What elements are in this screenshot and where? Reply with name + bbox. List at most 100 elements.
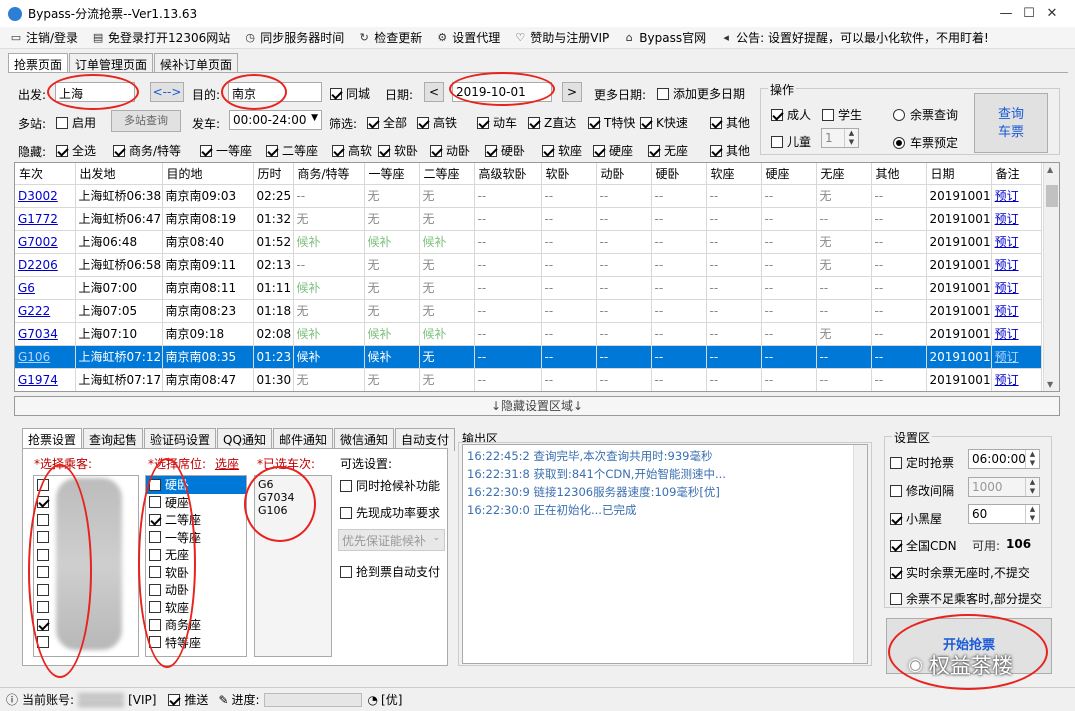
- seat-item[interactable]: 动卧: [146, 581, 246, 599]
- autopay-checkbox[interactable]: 抢到票自动支付: [340, 563, 440, 580]
- table-row[interactable]: D2206 上海虹桥06:58 南京南09:11 02:13 -- 无无 -- -- -- -- -…: [15, 253, 1042, 277]
- seat-item[interactable]: 无座: [146, 546, 246, 564]
- hide-checkbox[interactable]: 商务/特等: [113, 142, 181, 159]
- filter-checkbox[interactable]: T特快: [588, 114, 635, 131]
- filter-checkbox[interactable]: Z直达: [528, 114, 576, 131]
- tab-ticket-page[interactable]: 抢票页面: [8, 53, 69, 73]
- train-number-link[interactable]: D3002: [15, 184, 76, 208]
- timed-checkbox[interactable]: 定时抢票: [890, 454, 954, 471]
- reserve-radio[interactable]: 车票预定: [893, 134, 958, 151]
- column-header[interactable]: 商务/特等: [293, 163, 365, 185]
- hide-checkbox[interactable]: 二等座: [266, 142, 318, 159]
- reserve-link[interactable]: 预订: [991, 230, 1042, 254]
- timed-input[interactable]: 06:00:00 ▲ ▼: [968, 449, 1040, 469]
- column-header[interactable]: 二等座: [419, 163, 475, 185]
- seat-item[interactable]: 一等座: [146, 529, 246, 547]
- column-header[interactable]: 车次: [15, 163, 76, 185]
- multi-query-button[interactable]: 多站查询: [111, 110, 181, 132]
- cdn-checkbox[interactable]: 全国CDN: [890, 537, 957, 554]
- table-row[interactable]: D3002 上海虹桥06:38 南京南09:03 02:25 -- 无无 -- -- -- -- -…: [15, 184, 1042, 208]
- menu-item[interactable]: ⌂ Bypass官网: [623, 29, 706, 46]
- interval-checkbox[interactable]: 修改间隔: [890, 482, 954, 499]
- blackroom-checkbox[interactable]: 小黑屋: [890, 510, 942, 527]
- reserve-link[interactable]: 预订: [991, 276, 1042, 300]
- filter-checkbox[interactable]: 动车: [477, 114, 517, 131]
- reserve-link[interactable]: 预订: [991, 184, 1042, 208]
- filter-checkbox[interactable]: 高铁: [417, 114, 457, 131]
- seat-item[interactable]: 硬座: [146, 494, 246, 512]
- train-number-link[interactable]: G1974: [15, 368, 76, 391]
- seat-item[interactable]: 二等座: [146, 511, 246, 529]
- filter-checkbox[interactable]: 全部: [367, 114, 407, 131]
- column-header[interactable]: 无座: [816, 163, 872, 185]
- multi-enable-checkbox[interactable]: 启用: [56, 114, 96, 131]
- same-city-checkbox[interactable]: 同城: [330, 85, 370, 102]
- student-checkbox[interactable]: 学生: [822, 106, 862, 123]
- hide-settings-bar[interactable]: ↓隐藏设置区域↓: [14, 396, 1060, 416]
- to-input[interactable]: 南京: [228, 82, 322, 102]
- reserve-link[interactable]: 预订: [991, 322, 1042, 346]
- menu-item[interactable]: ↻ 检查更新: [358, 29, 423, 46]
- adult-checkbox[interactable]: 成人: [771, 106, 811, 123]
- seat-item[interactable]: 硬卧: [146, 476, 246, 494]
- train-number-link[interactable]: D2206: [15, 253, 76, 277]
- menu-item[interactable]: ◷ 同步服务器时间: [244, 29, 344, 46]
- seat-item[interactable]: 特等座: [146, 634, 246, 652]
- train-number-link[interactable]: G222: [15, 299, 76, 323]
- child-count-stepper[interactable]: 1 ▲ ▼: [821, 128, 859, 148]
- add-dates-checkbox[interactable]: 添加更多日期: [657, 85, 745, 102]
- menu-item[interactable]: ♡ 赞助与注册VIP: [514, 29, 609, 46]
- tab-waitlist-page[interactable]: 候补订单页面: [154, 53, 239, 73]
- menu-item[interactable]: ⚙ 设置代理: [436, 29, 500, 46]
- menu-item[interactable]: ◂ 公告: 设置好提醒，可以最小化软件，不用盯着!: [720, 29, 988, 46]
- train-number-link[interactable]: G1772: [15, 207, 76, 231]
- column-header[interactable]: 硬卧: [651, 163, 707, 185]
- reserve-link[interactable]: 预订: [991, 368, 1042, 391]
- column-header[interactable]: 日期: [926, 163, 992, 185]
- column-header[interactable]: 历时: [253, 163, 294, 185]
- column-header[interactable]: 目的地: [162, 163, 254, 185]
- hide-checkbox[interactable]: 硬卧: [485, 142, 525, 159]
- hide-checkbox[interactable]: 无座: [648, 142, 688, 159]
- filter-checkbox[interactable]: K快速: [640, 114, 688, 131]
- remain-query-radio[interactable]: 余票查询: [893, 106, 958, 123]
- train-number-link[interactable]: G7034: [15, 322, 76, 346]
- filter-checkbox[interactable]: 其他: [710, 114, 750, 131]
- blackroom-input[interactable]: 60 ▲ ▼: [968, 504, 1040, 524]
- hide-checkbox[interactable]: 一等座: [200, 142, 252, 159]
- reserve-link[interactable]: 预订: [991, 299, 1042, 323]
- table-row[interactable]: G222 上海07:05 南京南08:23 01:18 无无无 -- -- -- -- -- -- -…: [15, 299, 1042, 323]
- hide-checkbox[interactable]: 硬座: [593, 142, 633, 159]
- date-input[interactable]: 2019-10-01: [452, 82, 552, 102]
- hide-checkbox[interactable]: 全选: [56, 142, 96, 159]
- hide-checkbox[interactable]: 其他: [710, 142, 750, 159]
- table-scrollbar[interactable]: ▲ ▼: [1043, 163, 1059, 391]
- table-row[interactable]: G6 上海07:00 南京南08:11 01:11 候补无无 -- -- -- -- -- -- --…: [15, 276, 1042, 300]
- table-row[interactable]: G7002 上海06:48 南京08:40 01:52 候补 候补 候补 -- -- -- -- --…: [15, 230, 1042, 254]
- interval-input[interactable]: 1000 ▲ ▼: [968, 477, 1040, 497]
- train-number-link[interactable]: G6: [15, 276, 76, 300]
- hide-checkbox[interactable]: 动卧: [430, 142, 470, 159]
- reserve-link[interactable]: 预订: [991, 345, 1042, 369]
- swap-button[interactable]: <-->: [150, 82, 184, 102]
- prev-date-button[interactable]: <: [424, 82, 444, 102]
- hide-checkbox[interactable]: 软座: [542, 142, 582, 159]
- column-header[interactable]: 动卧: [596, 163, 652, 185]
- column-header[interactable]: 出发地: [75, 163, 163, 185]
- priority-select[interactable]: 优先保证能候补 ⌄: [338, 529, 445, 551]
- menu-item[interactable]: ▭ 注销/登录: [10, 29, 78, 46]
- column-header[interactable]: 软座: [706, 163, 762, 185]
- from-input[interactable]: 上海: [55, 82, 135, 102]
- column-header[interactable]: 一等座: [364, 163, 420, 185]
- train-number-link[interactable]: G106: [15, 345, 76, 369]
- reserve-link[interactable]: 预订: [991, 253, 1042, 277]
- train-number-link[interactable]: G7002: [15, 230, 76, 254]
- seat-item[interactable]: 软座: [146, 599, 246, 617]
- next-date-button[interactable]: >: [562, 82, 582, 102]
- tab-order-page[interactable]: 订单管理页面: [69, 53, 154, 73]
- seat-item[interactable]: 软卧: [146, 564, 246, 582]
- success-first-checkbox[interactable]: 先现成功率要求: [340, 504, 440, 521]
- table-row[interactable]: G7034 上海07:10 南京09:18 02:08 候补 候补 候补 -- -- -- -- --…: [15, 322, 1042, 346]
- realtime-checkbox[interactable]: 实时余票无座时,不提交: [890, 564, 1030, 581]
- column-header[interactable]: 其他: [871, 163, 927, 185]
